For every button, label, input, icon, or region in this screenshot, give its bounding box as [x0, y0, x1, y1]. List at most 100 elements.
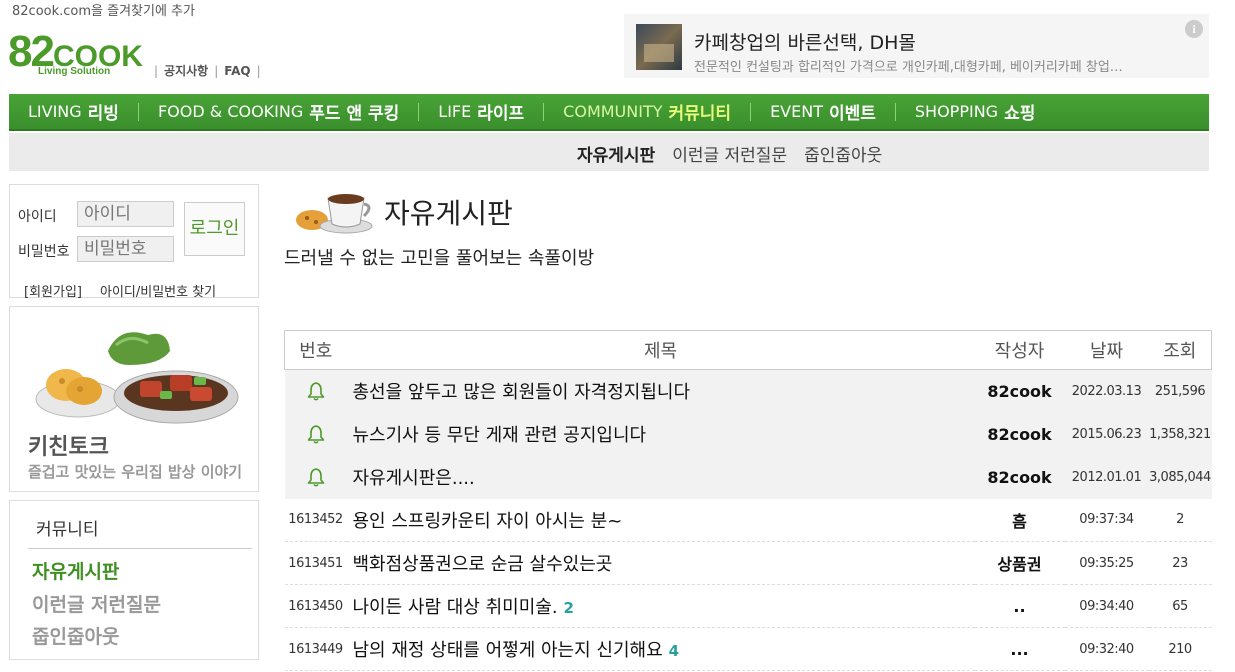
- post-number: 1613451: [284, 541, 347, 585]
- post-writer[interactable]: 상품권: [974, 541, 1065, 585]
- bell-icon: [307, 382, 324, 401]
- notice-link[interactable]: 공지사항: [164, 64, 208, 78]
- join-link[interactable]: [회원가입]: [24, 285, 82, 300]
- post-number: 1613450: [284, 584, 347, 628]
- password-input[interactable]: 비밀번호: [77, 236, 174, 262]
- post-writer[interactable]: ..: [974, 584, 1065, 628]
- community-heading: 커뮤니티: [36, 520, 99, 540]
- nav-divider: [543, 102, 545, 121]
- column-date: 날짜: [1064, 330, 1149, 370]
- post-title-link[interactable]: 뉴스기사 등 무단 게재 관련 공지입니다: [346, 412, 975, 456]
- post-hits: 1,358,321: [1148, 412, 1212, 456]
- post-number: 1613449: [284, 627, 347, 671]
- password-label: 비밀번호: [18, 244, 70, 260]
- post-hits: 65: [1148, 584, 1212, 628]
- post-number: 1613452: [284, 498, 347, 542]
- faq-link[interactable]: FAQ: [224, 64, 250, 78]
- nav-item-ko-label: 라이프: [477, 104, 525, 124]
- nav-item-food-cooking[interactable]: FOOD & COOKING 푸드 앤 쿠킹: [158, 99, 399, 124]
- community-item-free-board[interactable]: 자유게시판: [32, 557, 119, 584]
- nav-item-en-label: COMMUNITY: [563, 102, 663, 121]
- post-title-link[interactable]: 남의 재정 상태를 어쩧게 아는지 신기해요: [353, 640, 663, 661]
- table-row: 1613452 용인 스프링카운티 자이 아시는 분~ 흠 09:37:34 2: [284, 498, 1212, 542]
- post-writer[interactable]: 82cook: [974, 412, 1065, 456]
- login-box: 아이디 아이디 비밀번호 비밀번호 로그인 [회원가입] 아이디/비밀번호 찾기: [9, 184, 259, 300]
- nav-divider: [418, 102, 420, 121]
- find-account-link[interactable]: 아이디/비밀번호 찾기: [100, 285, 216, 300]
- post-date: 2012.01.01: [1064, 455, 1149, 499]
- bell-icon: [307, 468, 324, 487]
- notice-row: 총선을 앞두고 많은 회원들이 자격정지됩니다 82cook 2022.03.13 2…: [284, 369, 1212, 413]
- nav-item-shopping[interactable]: SHOPPING 쇼핑: [915, 99, 1035, 124]
- bookmark-link[interactable]: 82cook.com을 즐겨찾기에 추가: [12, 0, 195, 19]
- post-writer[interactable]: ...: [974, 627, 1065, 671]
- subnav-item[interactable]: 자유게시판: [577, 141, 655, 166]
- nav-item-ko-label: 리빙: [87, 104, 119, 124]
- post-date: 2015.06.23: [1064, 412, 1149, 456]
- divider: [28, 548, 252, 549]
- notice-marker: [284, 412, 347, 456]
- post-title-cell: 백화점상품권으로 순금 살수있는곳: [346, 541, 975, 585]
- nav-item-event[interactable]: EVENT 이벤트: [770, 99, 876, 124]
- id-input[interactable]: 아이디: [77, 201, 174, 227]
- notice-row: 자유게시판은.... 82cook 2012.01.01 3,085,044: [284, 455, 1212, 499]
- column-title: 제목: [346, 330, 975, 370]
- nav-item-en-label: SHOPPING: [914, 102, 999, 121]
- post-hits: 251,596: [1148, 369, 1212, 413]
- post-title-link[interactable]: 자유게시판은....: [346, 455, 975, 499]
- community-item-market[interactable]: 줍인줍아웃: [32, 622, 119, 649]
- post-hits: 3,085,044: [1148, 455, 1212, 499]
- post-writer[interactable]: 82cook: [974, 369, 1065, 413]
- post-title-link[interactable]: 용인 스프링카운티 자이 아시는 분~: [353, 511, 623, 532]
- table-row: 1613449 남의 재정 상태를 어쩧게 아는지 신기해요 4... 09:32:4…: [284, 627, 1212, 671]
- post-date: 09:37:34: [1064, 498, 1149, 542]
- ad-banner[interactable]: 카페창업의 바른선택, DH몰 전문적인 컨설팅과 합리적인 가격으로 개인카페…: [624, 14, 1209, 78]
- nav-item-ko-label: 이벤트: [828, 104, 876, 124]
- nav-divider: [894, 102, 896, 121]
- community-item-qna[interactable]: 이런글 저런질문: [32, 590, 161, 617]
- nav-item-community[interactable]: COMMUNITY 커뮤니티: [563, 99, 731, 124]
- post-title-cell: 용인 스프링카운티 자이 아시는 분~: [346, 498, 975, 542]
- nav-item-ko-label: 커뮤니티: [668, 104, 732, 124]
- post-hits: 2: [1148, 498, 1212, 542]
- post-table: 번호 제목 작성자 날짜 조회 총선을 앞두고 많은 회원들이 자격정지됩니다 8…: [284, 330, 1212, 671]
- subnav-item[interactable]: 이런글 저런질문: [672, 141, 787, 166]
- kitchen-talk-title: 키친토크: [28, 435, 109, 460]
- notice-marker: [284, 455, 347, 499]
- table-row: 1613451 백화점상품권으로 순금 살수있는곳 상품권 09:35:25 23: [284, 541, 1212, 585]
- post-title-link[interactable]: 총선을 앞두고 많은 회원들이 자격정지됩니다: [346, 369, 975, 413]
- column-number: 번호: [284, 330, 347, 370]
- comment-count[interactable]: 2: [564, 599, 574, 617]
- table-row: 1613450 나이든 사람 대상 취미미술. 2.. 09:34:40 65: [284, 584, 1212, 628]
- login-button[interactable]: 로그인: [184, 202, 245, 256]
- table-header: 번호 제목 작성자 날짜 조회: [284, 330, 1212, 370]
- food-illustration: [35, 332, 239, 424]
- ad-title[interactable]: 카페창업의 바른선택, DH몰: [694, 28, 916, 55]
- post-hits: 23: [1148, 541, 1212, 585]
- post-date: 09:35:25: [1064, 541, 1149, 585]
- comment-count[interactable]: 4: [669, 642, 679, 660]
- post-title-link[interactable]: 백화점상품권으로 순금 살수있는곳: [353, 554, 613, 575]
- top-links: | 공지사항 | FAQ |: [154, 64, 261, 78]
- nav-item-en-label: FOOD & COOKING: [157, 102, 304, 121]
- post-title-cell: 나이든 사람 대상 취미미술. 2: [346, 584, 975, 628]
- kitchen-talk-banner[interactable]: 키친토크 즐겁고 맛있는 우리집 밥상 이야기: [9, 306, 259, 492]
- info-icon[interactable]: i: [1185, 20, 1203, 38]
- post-writer[interactable]: 흠: [974, 498, 1065, 542]
- post-writer[interactable]: 82cook: [974, 455, 1065, 499]
- page-title: 자유게시판: [384, 197, 513, 230]
- notice-marker: [284, 369, 347, 413]
- sub-nav: 자유게시판 이런글 저런질문 줍인줍아웃: [9, 133, 1209, 171]
- nav-item-ko-label: 쇼핑: [1004, 104, 1036, 124]
- post-date: 09:32:40: [1064, 627, 1149, 671]
- post-title-link[interactable]: 나이든 사람 대상 취미미술.: [353, 597, 558, 618]
- community-menu: 커뮤니티 자유게시판 이런글 저런질문 줍인줍아웃: [9, 500, 259, 660]
- nav-divider: [137, 102, 139, 121]
- post-date: 2022.03.13: [1064, 369, 1149, 413]
- subnav-item[interactable]: 줍인줍아웃: [804, 141, 882, 166]
- nav-item-life[interactable]: LIFE 라이프: [438, 99, 524, 124]
- post-hits: 210: [1148, 627, 1212, 671]
- site-logo[interactable]: 82COOK Living Solution: [8, 30, 143, 80]
- nav-divider: [750, 102, 752, 121]
- nav-item-living[interactable]: LIVING 리빙: [28, 99, 119, 124]
